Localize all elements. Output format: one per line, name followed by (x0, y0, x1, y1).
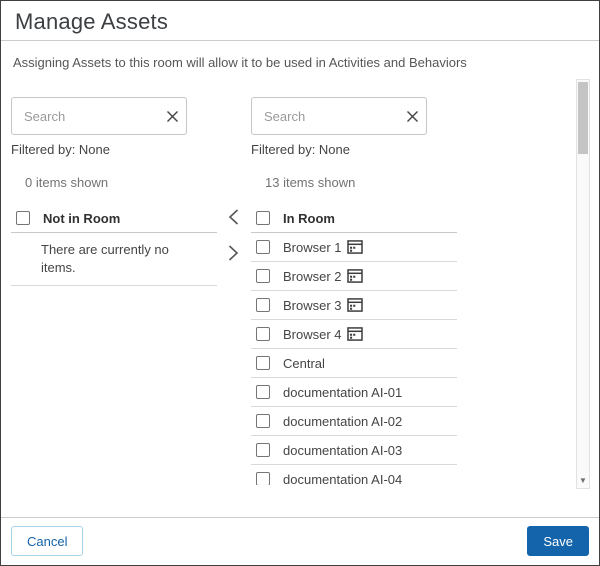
item-checkbox[interactable] (256, 414, 270, 428)
footer-divider (1, 517, 599, 518)
list-item: documentation AI-02 (251, 407, 457, 436)
vertical-scrollbar[interactable]: ▼ (576, 79, 590, 489)
item-label: documentation AI-03 (283, 443, 402, 458)
not-in-room-header-row: Not in Room (11, 204, 217, 233)
item-label: documentation AI-04 (283, 472, 402, 486)
clear-search-icon[interactable] (158, 98, 186, 134)
list-item: documentation AI-01 (251, 378, 457, 407)
clear-search-icon[interactable] (398, 98, 426, 134)
select-all-checkbox[interactable] (16, 211, 30, 225)
move-to-not-in-room-button[interactable] (223, 205, 243, 229)
cancel-button[interactable]: Cancel (11, 526, 83, 556)
not-in-room-count: 0 items shown (25, 175, 108, 190)
x-icon (406, 110, 419, 123)
in-room-list: In Room Browser 1 Browser 2 (251, 204, 457, 485)
browser-icon (347, 240, 363, 254)
not-in-room-header-label: Not in Room (43, 211, 120, 226)
item-checkbox[interactable] (256, 356, 270, 370)
list-item: documentation AI-03 (251, 436, 457, 465)
browser-icon (347, 298, 363, 312)
in-room-search-box (251, 97, 427, 135)
in-room-filter-label: Filtered by: None (251, 142, 350, 157)
list-item: Browser 4 (251, 320, 457, 349)
move-to-in-room-button[interactable] (223, 241, 243, 265)
item-checkbox[interactable] (256, 385, 270, 399)
dialog-title: Manage Assets (15, 9, 168, 35)
x-icon (166, 110, 179, 123)
not-in-room-search-input[interactable] (12, 109, 158, 124)
chevron-left-icon (227, 208, 240, 226)
list-item: Browser 3 (251, 291, 457, 320)
chevron-right-icon (227, 244, 240, 262)
in-room-rows: Browser 1 Browser 2 (251, 233, 457, 485)
manage-assets-dialog: Manage Assets Assigning Assets to this r… (0, 0, 600, 566)
item-label: documentation AI-02 (283, 414, 402, 429)
not-in-room-list: Not in Room There are currently no items… (11, 204, 217, 286)
item-label: Browser 4 (283, 327, 342, 342)
list-item: Browser 1 (251, 233, 457, 262)
item-checkbox[interactable] (256, 269, 270, 283)
select-all-checkbox[interactable] (256, 211, 270, 225)
list-item: documentation AI-04 (251, 465, 457, 485)
in-room-header-row: In Room (251, 204, 457, 233)
item-label: documentation AI-01 (283, 385, 402, 400)
scroll-down-icon[interactable]: ▼ (577, 473, 589, 487)
list-item: Central (251, 349, 457, 378)
item-label: Browser 2 (283, 269, 342, 284)
item-checkbox[interactable] (256, 443, 270, 457)
in-room-header-label: In Room (283, 211, 335, 226)
item-checkbox[interactable] (256, 298, 270, 312)
in-room-count: 13 items shown (265, 175, 355, 190)
not-in-room-filter-label: Filtered by: None (11, 142, 110, 157)
item-label: Central (283, 356, 325, 371)
in-room-search-input[interactable] (252, 109, 398, 124)
not-in-room-search-box (11, 97, 187, 135)
dialog-description: Assigning Assets to this room will allow… (13, 55, 569, 70)
browser-icon (347, 327, 363, 341)
scrollbar-thumb[interactable] (578, 82, 588, 154)
empty-message: There are currently no items. (11, 233, 217, 286)
item-checkbox[interactable] (256, 472, 270, 485)
save-button[interactable]: Save (527, 526, 589, 556)
browser-icon (347, 269, 363, 283)
title-divider (1, 40, 599, 41)
item-checkbox[interactable] (256, 327, 270, 341)
item-label: Browser 3 (283, 298, 342, 313)
list-item: Browser 2 (251, 262, 457, 291)
item-label: Browser 1 (283, 240, 342, 255)
item-checkbox[interactable] (256, 240, 270, 254)
